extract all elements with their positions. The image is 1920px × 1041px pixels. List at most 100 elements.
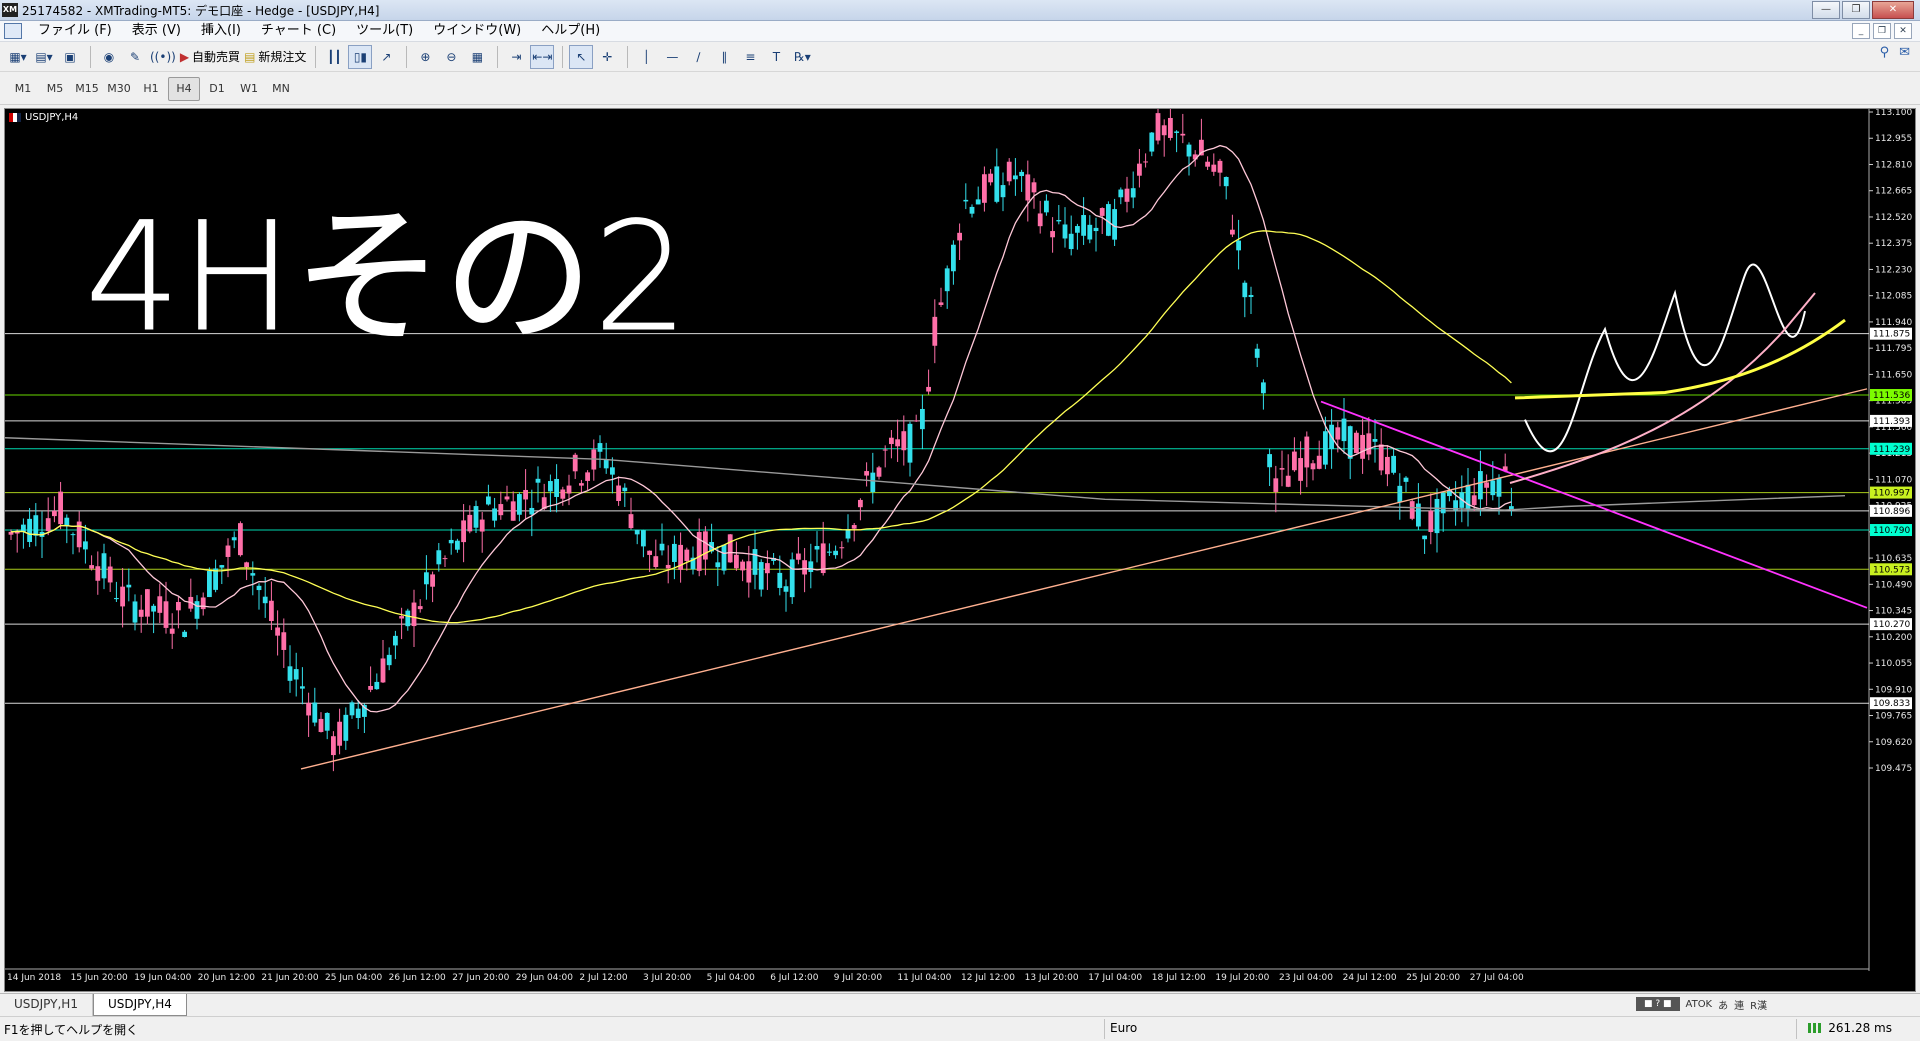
- time-tick-label: 3 Jul 20:00: [643, 973, 692, 983]
- text-button[interactable]: T: [764, 45, 788, 69]
- tile-windows-button[interactable]: ▦: [465, 45, 489, 69]
- timeframe-w1[interactable]: W1: [234, 78, 264, 100]
- candlestick-button[interactable]: ▯▮: [348, 44, 373, 69]
- candle-body: [1471, 495, 1477, 506]
- menu-view[interactable]: 表示 (V): [122, 21, 191, 41]
- ime-logo-icon: ■ ? ■: [1636, 997, 1680, 1011]
- candle-body: [1019, 171, 1024, 177]
- candle-body: [1248, 295, 1254, 297]
- tab-usdjpy-h1[interactable]: USDJPY,H1: [0, 994, 93, 1016]
- ime-romaji[interactable]: R漢: [1750, 997, 1767, 1012]
- new-order-button[interactable]: ▤ 新規注文: [243, 45, 307, 69]
- profiles-button[interactable]: ▤▾: [32, 45, 56, 69]
- candle-body: [1093, 227, 1099, 232]
- trading-button[interactable]: ◉: [97, 45, 121, 69]
- level-price-label: 110.270: [1873, 620, 1910, 630]
- candle-body: [703, 531, 708, 560]
- timeframe-h4[interactable]: H4: [168, 76, 200, 101]
- tab-usdjpy-h4[interactable]: USDJPY,H4: [92, 994, 187, 1016]
- candle-body: [145, 589, 150, 617]
- timeframe-m5[interactable]: M5: [40, 78, 70, 100]
- horizontal-line-button[interactable]: —: [660, 45, 684, 69]
- channel-button[interactable]: ∥: [712, 45, 736, 69]
- ime-hiragana[interactable]: あ: [1718, 997, 1728, 1012]
- menu-help[interactable]: ヘルプ(H): [531, 21, 610, 41]
- chat-icon[interactable]: ✉: [1899, 45, 1910, 60]
- candle-body: [1354, 432, 1359, 453]
- timeframe-m30[interactable]: M30: [104, 78, 134, 100]
- candle-body: [1391, 455, 1396, 473]
- menu-tools[interactable]: ツール(T): [346, 21, 423, 41]
- time-tick-label: 24 Jul 12:00: [1343, 973, 1397, 983]
- price-chart[interactable]: 4Hその2 113.100 112.955 112.810 112.665 112.520…: [4, 108, 1916, 992]
- autoscroll-button[interactable]: ⇥: [504, 45, 528, 69]
- candle-body: [529, 507, 535, 515]
- bar-chart-button[interactable]: ┃┃: [322, 45, 346, 69]
- mdi-controls: _ ❐ ✕: [1852, 23, 1912, 39]
- new-order-label: 新規注文: [258, 50, 307, 64]
- candle-body: [1279, 468, 1285, 470]
- chart-window-icon[interactable]: [4, 23, 22, 39]
- market-watch-button[interactable]: ▣: [58, 45, 82, 69]
- price-tick-label: 109.765: [1875, 712, 1912, 722]
- candle-body: [932, 316, 938, 346]
- zoom-out-button[interactable]: ⊖: [439, 45, 463, 69]
- crosshair-button[interactable]: ✛: [595, 45, 619, 69]
- timeframe-mn[interactable]: MN: [266, 78, 296, 100]
- menu-chart[interactable]: チャート (C): [251, 21, 346, 41]
- candle-body: [492, 508, 497, 521]
- new-chart-button[interactable]: ▦▾: [6, 45, 30, 69]
- candle-body: [895, 439, 900, 447]
- search-icon[interactable]: ⚲: [1880, 45, 1890, 60]
- metaeditor-button[interactable]: ✎: [123, 45, 147, 69]
- candle-body: [169, 628, 175, 634]
- candle-body: [1316, 455, 1322, 469]
- candle-body: [58, 491, 63, 525]
- timeframe-d1[interactable]: D1: [202, 78, 232, 100]
- candle-body: [324, 712, 330, 731]
- time-tick-label: 6 Jul 12:00: [770, 973, 819, 983]
- fibonacci-button[interactable]: ≡: [738, 45, 762, 69]
- candle-body: [219, 565, 225, 568]
- candle-body: [827, 551, 832, 553]
- handwritten-annotation: 4Hその2: [85, 191, 689, 365]
- cursor-button[interactable]: ↖: [569, 44, 594, 69]
- mdi-close-button[interactable]: ✕: [1894, 23, 1912, 39]
- menu-file[interactable]: ファイル (F): [28, 21, 122, 41]
- minimize-button[interactable]: —: [1812, 1, 1840, 19]
- timeframe-m15[interactable]: M15: [72, 78, 102, 100]
- signals-button[interactable]: ((•)): [149, 45, 177, 69]
- restore-button[interactable]: ❐: [1842, 1, 1870, 19]
- zoom-in-button[interactable]: ⊕: [413, 45, 437, 69]
- menu-window[interactable]: ウインドウ(W): [423, 21, 531, 41]
- timeframe-h1[interactable]: H1: [136, 78, 166, 100]
- candle-body: [684, 549, 690, 561]
- auto-trade-button[interactable]: ▶ 自動売買: [179, 45, 241, 69]
- candle-body: [1360, 434, 1365, 459]
- line-chart-button[interactable]: ↗: [374, 45, 398, 69]
- ime-atok[interactable]: ATOK: [1686, 999, 1713, 1010]
- timeframe-m1[interactable]: M1: [8, 78, 38, 100]
- vertical-line-button[interactable]: │: [634, 45, 658, 69]
- candle-body: [182, 631, 187, 637]
- candle-body: [641, 530, 646, 547]
- close-button[interactable]: ✕: [1872, 1, 1914, 19]
- profiles-icon: ▤▾: [35, 49, 53, 64]
- chart-canvas[interactable]: 4Hその2 113.100 112.955 112.810 112.665 112.520…: [5, 109, 1915, 991]
- candle-body: [1372, 439, 1378, 442]
- mdi-minimize-button[interactable]: _: [1852, 23, 1870, 39]
- candle-body: [244, 562, 249, 568]
- candle-body: [975, 199, 981, 205]
- candle-body: [300, 686, 305, 689]
- menu-insert[interactable]: 挿入(I): [191, 21, 251, 41]
- timeframe-bar: M1 M5 M15 M30 H1 H4 D1 W1 MN: [0, 73, 1920, 105]
- candle-body: [610, 467, 615, 475]
- candle-body: [455, 540, 460, 550]
- ime-renbun[interactable]: 連: [1734, 997, 1744, 1012]
- shapes-button[interactable]: ℞▾: [790, 45, 814, 69]
- chart-shift-button[interactable]: ⇤⇥: [530, 44, 555, 69]
- candle-body: [200, 597, 206, 610]
- trendline-button[interactable]: ∕: [686, 45, 710, 69]
- candle-body: [1254, 348, 1260, 358]
- mdi-restore-button[interactable]: ❐: [1873, 23, 1891, 39]
